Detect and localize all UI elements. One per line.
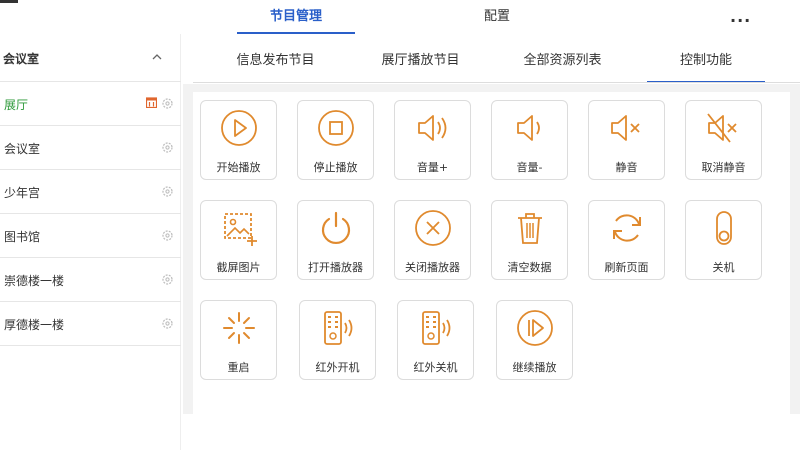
ir-power-off-button[interactable]: 红外关机 (397, 300, 474, 380)
close-player-button[interactable]: 关闭播放器 (394, 200, 471, 280)
restart-button[interactable]: 重启 (200, 300, 277, 380)
play-button[interactable]: 开始播放 (200, 100, 277, 180)
chevron-up-icon[interactable] (152, 52, 162, 62)
tile-label: 红外关机 (413, 361, 458, 374)
mute-button[interactable]: 静音 (588, 100, 665, 180)
ir-remote-on-icon (324, 311, 353, 345)
tab-control-functions[interactable]: 控制功能 (647, 49, 765, 83)
tile-label: 截屏图片 (216, 261, 261, 274)
sidebar-item-label: 展厅 (4, 98, 29, 112)
screenshot-icon (224, 213, 257, 246)
resume-play-icon (517, 310, 553, 346)
settings-icon[interactable] (161, 273, 174, 286)
settings-icon[interactable] (161, 97, 174, 110)
tile-label: 开始播放 (216, 161, 261, 174)
tile-label: 继续播放 (512, 361, 557, 374)
tile-label: 关机 (712, 261, 735, 274)
window-corner-mark (0, 0, 18, 3)
subtab-divider (193, 82, 800, 83)
settings-icon[interactable] (161, 317, 174, 330)
power-on-icon (321, 211, 351, 244)
controls-panel: 开始播放 停止播放 音量+ 音量- 静音 取消静音 截屏图片 打开播放器 关闭播… (193, 92, 790, 440)
open-player-button[interactable]: 打开播放器 (297, 200, 374, 280)
tab-hall-program[interactable]: 展厅播放节目 (363, 49, 478, 83)
sidebar-item-label: 崇德楼一楼 (4, 274, 65, 288)
volume-up-button[interactable]: 音量+ (394, 100, 471, 180)
ir-power-on-button[interactable]: 红外开机 (299, 300, 376, 380)
resume-play-button[interactable]: 继续播放 (496, 300, 573, 380)
shutdown-button[interactable]: 关机 (685, 200, 762, 280)
tile-label: 打开播放器 (308, 261, 363, 274)
tile-label: 取消静音 (701, 161, 746, 174)
tile-label: 音量- (516, 161, 543, 174)
mute-icon (611, 115, 640, 141)
tile-label: 重启 (227, 361, 250, 374)
sidebar-group-header[interactable]: 会议室 (0, 34, 181, 82)
sidebar-item-youth-palace[interactable]: 少年宫 (0, 170, 181, 214)
settings-icon[interactable] (161, 185, 174, 198)
sidebar-item-label: 图书馆 (4, 230, 41, 244)
refresh-icon (613, 214, 641, 242)
clear-data-button[interactable]: 清空数据 (491, 200, 568, 280)
tile-label: 红外开机 (315, 361, 360, 374)
sidebar-item-meeting-room[interactable]: 会议室 (0, 126, 181, 170)
sidebar-item-exhibition-hall[interactable]: 展厅 (0, 82, 181, 126)
unmute-button[interactable]: 取消静音 (685, 100, 762, 180)
ir-remote-off-icon (422, 311, 451, 345)
tile-label: 静音 (615, 161, 638, 174)
more-menu-icon[interactable]: ... (730, 0, 750, 34)
settings-icon[interactable] (161, 229, 174, 242)
trash-icon (518, 213, 542, 244)
restart-icon (223, 312, 255, 344)
subtab-bar: 信息发布节目 展厅播放节目 全部资源列表 控制功能 (183, 34, 800, 84)
sidebar-item-label: 少年宫 (4, 186, 41, 200)
refresh-page-button[interactable]: 刷新页面 (588, 200, 665, 280)
tab-info-program[interactable]: 信息发布节目 (223, 49, 328, 83)
tile-label: 清空数据 (507, 261, 552, 274)
tab-program-management[interactable]: 节目管理 (237, 0, 355, 34)
tile-label: 关闭播放器 (405, 261, 460, 274)
stop-icon (318, 110, 354, 146)
sidebar: 会议室 展厅 会议室 少年宫 图书馆 崇德楼一楼 厚德楼一楼 (0, 34, 181, 450)
sidebar-item-label: 厚德楼一楼 (4, 318, 65, 332)
volume-up-icon (418, 115, 447, 141)
sidebar-item-library[interactable]: 图书馆 (0, 214, 181, 258)
bottom-strip (183, 414, 800, 450)
main-content: 信息发布节目 展厅播放节目 全部资源列表 控制功能 开始播放 停止播放 音量+ … (183, 34, 800, 450)
volume-down-icon (517, 115, 540, 141)
top-nav: 节目管理 配置 ... (0, 0, 800, 34)
play-icon (221, 110, 257, 146)
screenshot-button[interactable]: 截屏图片 (200, 200, 277, 280)
tile-label: 停止播放 (313, 161, 358, 174)
tile-label: 刷新页面 (604, 261, 649, 274)
volume-down-button[interactable]: 音量- (491, 100, 568, 180)
stop-button[interactable]: 停止播放 (297, 100, 374, 180)
sidebar-group-title: 会议室 (3, 52, 40, 66)
unmute-icon (707, 113, 737, 143)
close-circle-icon (415, 210, 451, 246)
sidebar-item-label: 会议室 (4, 142, 41, 156)
calendar-icon[interactable] (146, 97, 157, 108)
sidebar-item-chongde-1f[interactable]: 崇德楼一楼 (0, 258, 181, 302)
tile-label: 音量+ (416, 161, 449, 174)
sidebar-item-houde-1f[interactable]: 厚德楼一楼 (0, 302, 181, 346)
settings-icon[interactable] (161, 141, 174, 154)
tab-all-resources[interactable]: 全部资源列表 (505, 49, 620, 83)
tab-config[interactable]: 配置 (438, 0, 556, 34)
shutdown-toggle-icon (716, 211, 732, 245)
